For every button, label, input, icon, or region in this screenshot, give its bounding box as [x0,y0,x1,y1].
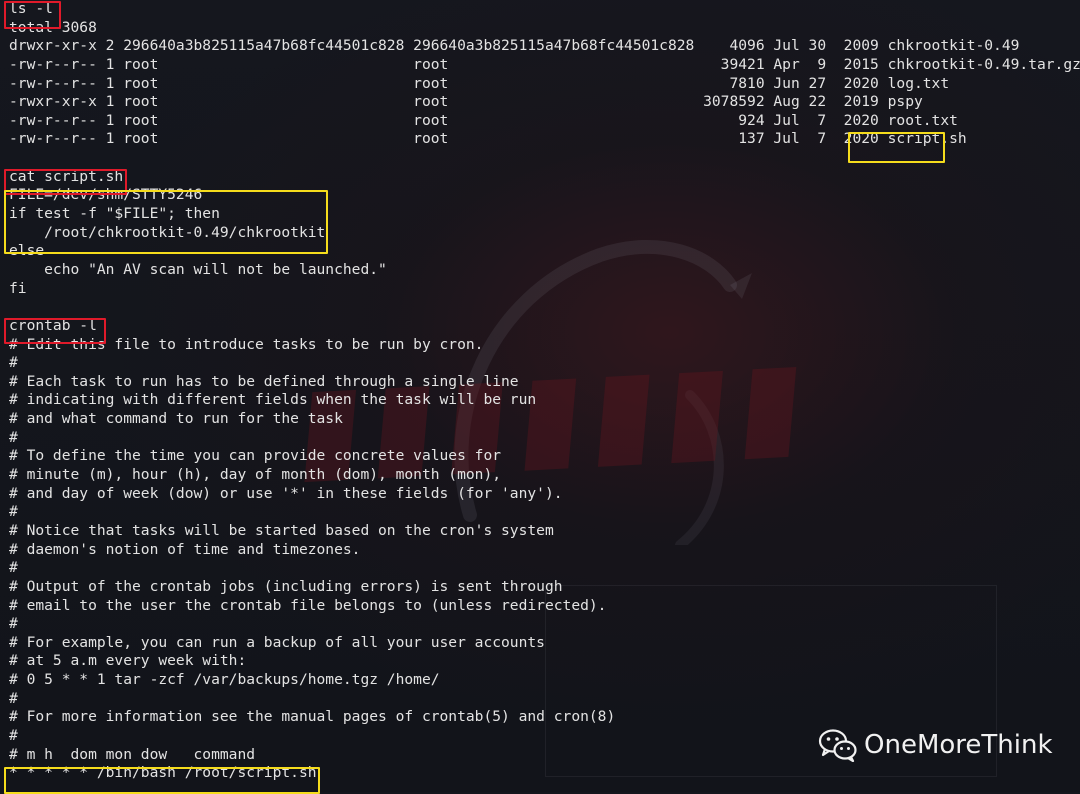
terminal-line: total 3068 [9,18,97,36]
terminal-line: # [9,503,18,521]
terminal-line: # For more information see the manual pa… [9,708,616,726]
terminal-line: -rwxr-xr-x 1 root root 3078592 Aug 22 20… [9,93,923,111]
terminal-line: drwxr-xr-x 2 296640a3b825115a47b68fc4450… [9,37,1020,55]
terminal-line: # and what command to run for the task [9,410,343,428]
highlight-cron-job [4,767,320,794]
highlight-ls-command [4,1,61,29]
terminal-line: # Each task to run has to be defined thr… [9,372,519,390]
terminal-line: # [9,615,18,633]
terminal-line: -rw-r--r-- 1 root root 924 Jul 7 2020 ro… [9,111,958,129]
terminal-line: # minute (m), hour (h), day of month (do… [9,466,502,484]
terminal-line: # For example, you can run a backup of a… [9,633,545,651]
terminal-line: # Output of the crontab jobs (including … [9,577,563,595]
terminal-line: # [9,689,18,707]
terminal-line: # email to the user the crontab file bel… [9,596,607,614]
terminal-line: -rw-r--r-- 1 root root 7810 Jun 27 2020 … [9,74,950,92]
terminal-line: crontab -l [9,316,97,334]
wechat-icon [818,729,857,762]
terminal-line: fi [9,279,27,297]
terminal-line: -rw-r--r-- 1 root root 39421 Apr 9 2015 … [9,55,1080,73]
terminal-line: # To define the time you can provide con… [9,447,502,465]
terminal-line: # indicating with different fields when … [9,391,537,409]
terminal-line: # [9,559,18,577]
wechat-watermark: OneMoreThink [818,728,1053,762]
terminal-line: # at 5 a.m every week with: [9,652,247,670]
terminal-line: # and day of week (dow) or use '*' in th… [9,484,563,502]
highlight-script-content [4,190,328,254]
terminal-line: ls -l [9,0,53,17]
highlight-crontab-command [4,318,106,344]
terminal-line: cat script.sh [9,167,124,185]
terminal-line: # [9,354,18,372]
terminal-line: # 0 5 * * 1 tar -zcf /var/backups/home.t… [9,671,440,689]
terminal-line: # daemon's notion of time and timezones. [9,540,361,558]
terminal-output: ls -l total 3068 drwxr-xr-x 2 296640a3b825… [9,0,1080,783]
terminal-line: echo "An AV scan will not be launched." [9,260,387,278]
terminal-line: # Notice that tasks will be started base… [9,521,554,539]
highlight-script-file [848,132,945,163]
terminal-line: # [9,428,18,446]
terminal-line: # Edit this file to introduce tasks to b… [9,335,484,353]
account-name: OneMoreThink [864,730,1053,760]
